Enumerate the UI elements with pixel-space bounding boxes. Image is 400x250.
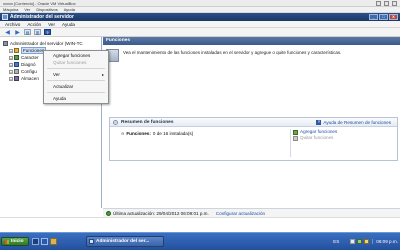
window-controls: _ □ X bbox=[369, 14, 398, 20]
vbox-menu-machine[interactable]: Máquina bbox=[3, 7, 18, 12]
configuration-icon bbox=[14, 69, 19, 74]
context-menu-separator bbox=[47, 68, 105, 69]
roles-count-line: ⊖ Funciones: 0 de 16 instalada(s) bbox=[121, 131, 193, 136]
server-icon bbox=[3, 41, 8, 46]
roles-summary-body: ⊖ Funciones: 0 de 16 instalada(s) Agrega… bbox=[110, 127, 397, 161]
expand-icon[interactable]: + bbox=[9, 76, 13, 81]
tree-item-server-root[interactable]: Administrador del servidor (WIN-TC bbox=[0, 40, 101, 47]
help-link-label: Ayuda de Resumen de funciones bbox=[323, 120, 391, 125]
roles-summary-header: ^ Resumen de funciones ? Ayuda de Resume… bbox=[110, 118, 397, 127]
collapse-arrow-icon[interactable]: ⊖ bbox=[121, 131, 124, 136]
window-titlebar[interactable]: Administrador del servidor _ □ X bbox=[0, 13, 400, 21]
content-header: Funciones bbox=[103, 37, 400, 45]
status-bar: Última actualización: 29/04/2012 06:09:0… bbox=[103, 208, 400, 217]
vbox-window-controls bbox=[376, 1, 397, 6]
expand-icon[interactable]: + bbox=[9, 69, 13, 74]
context-menu-refresh[interactable]: Actualizar bbox=[44, 83, 108, 90]
server-manager-quick-icon[interactable] bbox=[32, 238, 39, 245]
volume-icon[interactable] bbox=[364, 239, 370, 244]
toolbar: ◀ ▶ ▤ ▥ ? bbox=[0, 28, 400, 37]
roles-summary-panel: ^ Resumen de funciones ? Ayuda de Resume… bbox=[109, 117, 398, 161]
add-roles-icon bbox=[293, 129, 298, 135]
taskbar-server-manager[interactable]: Administrador del ser... bbox=[86, 236, 164, 247]
tray-icons bbox=[350, 239, 370, 244]
context-menu: Agregar funciones Quitar funciones Ver ▸… bbox=[43, 50, 109, 104]
expand-icon[interactable]: + bbox=[9, 62, 13, 67]
server-manager-task-icon bbox=[89, 239, 94, 244]
window-title: Administrador del servidor bbox=[10, 14, 74, 20]
expand-icon[interactable]: + bbox=[9, 48, 13, 53]
quick-launch bbox=[32, 238, 57, 245]
tree-item-label: Configu bbox=[21, 69, 37, 74]
tree-item-label: Administrador del servidor (WIN-TC bbox=[10, 41, 83, 46]
vbox-maximize-button[interactable] bbox=[384, 1, 389, 6]
context-menu-separator bbox=[47, 80, 105, 81]
submenu-arrow-icon: ▸ bbox=[101, 72, 104, 77]
context-menu-help[interactable]: Ayuda bbox=[44, 95, 108, 102]
forward-arrow-icon[interactable]: ▶ bbox=[14, 29, 21, 36]
roles-summary-title: Resumen de funciones bbox=[121, 120, 174, 125]
roles-count-label: Funciones: bbox=[126, 131, 151, 136]
close-button[interactable]: X bbox=[389, 14, 398, 20]
folder-icon[interactable]: ▤ bbox=[24, 29, 31, 35]
storage-icon bbox=[14, 76, 19, 81]
context-menu-view-label: Ver bbox=[53, 72, 60, 77]
roles-icon bbox=[14, 48, 19, 53]
menu-archivo[interactable]: Archivo bbox=[5, 21, 20, 27]
menu-ver[interactable]: Ver bbox=[48, 21, 55, 27]
console-tree-icon[interactable]: ▥ bbox=[34, 29, 41, 35]
window-bottom-area bbox=[0, 217, 400, 232]
content-pane: Funciones Vea el mantenimiento de las fu… bbox=[103, 37, 400, 208]
vbox-menu-help[interactable]: Ayuda bbox=[64, 7, 75, 12]
vbox-title: xxxxx [Corriendo] - Oracle VM VirtualBox bbox=[3, 1, 76, 6]
collapse-icon[interactable]: ^ bbox=[113, 120, 118, 125]
server-manager-window: Administrador del servidor _ □ X Archivo… bbox=[0, 13, 400, 232]
vbox-close-button[interactable] bbox=[392, 1, 397, 6]
context-menu-remove-roles[interactable]: Quitar funciones bbox=[44, 59, 108, 66]
roles-count-value: 0 de 16 instalada(s) bbox=[152, 131, 194, 136]
clock[interactable]: 06:09 p.m. bbox=[372, 239, 398, 244]
menu-ayuda[interactable]: Ayuda bbox=[62, 21, 75, 27]
back-arrow-icon[interactable]: ◀ bbox=[4, 29, 11, 36]
intro-section: Vea el mantenimiento de las funciones in… bbox=[106, 49, 396, 67]
powershell-quick-icon[interactable] bbox=[41, 238, 48, 245]
server-manager-icon bbox=[2, 14, 8, 20]
refresh-icon[interactable] bbox=[106, 210, 111, 216]
start-button[interactable]: Inicio bbox=[1, 237, 29, 246]
explorer-quick-icon[interactable] bbox=[50, 238, 57, 245]
help-icon: ? bbox=[316, 120, 322, 125]
vbox-menu-devices[interactable]: Dispositivos bbox=[36, 7, 57, 12]
taskbar: Inicio Administrador del ser... ES 06:09… bbox=[0, 232, 400, 250]
maximize-button[interactable]: □ bbox=[379, 14, 388, 20]
language-indicator[interactable]: ES bbox=[333, 239, 339, 244]
features-icon bbox=[14, 55, 19, 60]
intro-text: Vea el mantenimiento de las funciones in… bbox=[123, 50, 342, 55]
remove-roles-label: Quitar funciones bbox=[300, 135, 334, 140]
context-menu-add-roles[interactable]: Agregar funciones bbox=[44, 52, 108, 59]
network-icon[interactable] bbox=[357, 239, 363, 244]
vbox-titlebar: xxxxx [Corriendo] - Oracle VM VirtualBox bbox=[0, 0, 400, 7]
remove-roles-icon bbox=[293, 135, 298, 141]
taskbar-task-label: Administrador del ser... bbox=[96, 239, 150, 244]
vbox-menu-view[interactable]: Ver bbox=[24, 7, 30, 12]
menu-accion[interactable]: Acción bbox=[27, 21, 41, 27]
diagnostics-icon bbox=[14, 62, 19, 67]
tree-item-label: Caracter bbox=[21, 55, 39, 60]
windows-logo-icon bbox=[5, 239, 9, 244]
expand-icon[interactable]: + bbox=[9, 55, 13, 60]
start-label: Inicio bbox=[11, 239, 24, 244]
context-menu-separator bbox=[47, 92, 105, 93]
tree-item-label: Almacen bbox=[21, 76, 39, 81]
roles-actions: Agregar funciones Quitar funciones bbox=[290, 129, 398, 157]
minimize-button[interactable]: _ bbox=[369, 14, 378, 20]
vbox-minimize-button[interactable] bbox=[376, 1, 381, 6]
roles-summary-help-link[interactable]: ? Ayuda de Resumen de funciones bbox=[316, 118, 391, 127]
context-menu-view[interactable]: Ver ▸ bbox=[44, 71, 108, 78]
tree-item-label: Diagnó bbox=[21, 62, 36, 67]
system-tray: ES 06:09 p.m. bbox=[333, 236, 398, 247]
menubar: Archivo Acción Ver Ayuda bbox=[0, 21, 400, 28]
help-icon[interactable]: ? bbox=[44, 29, 51, 35]
flag-icon[interactable] bbox=[350, 239, 356, 244]
remove-roles-link[interactable]: Quitar funciones bbox=[293, 135, 398, 141]
